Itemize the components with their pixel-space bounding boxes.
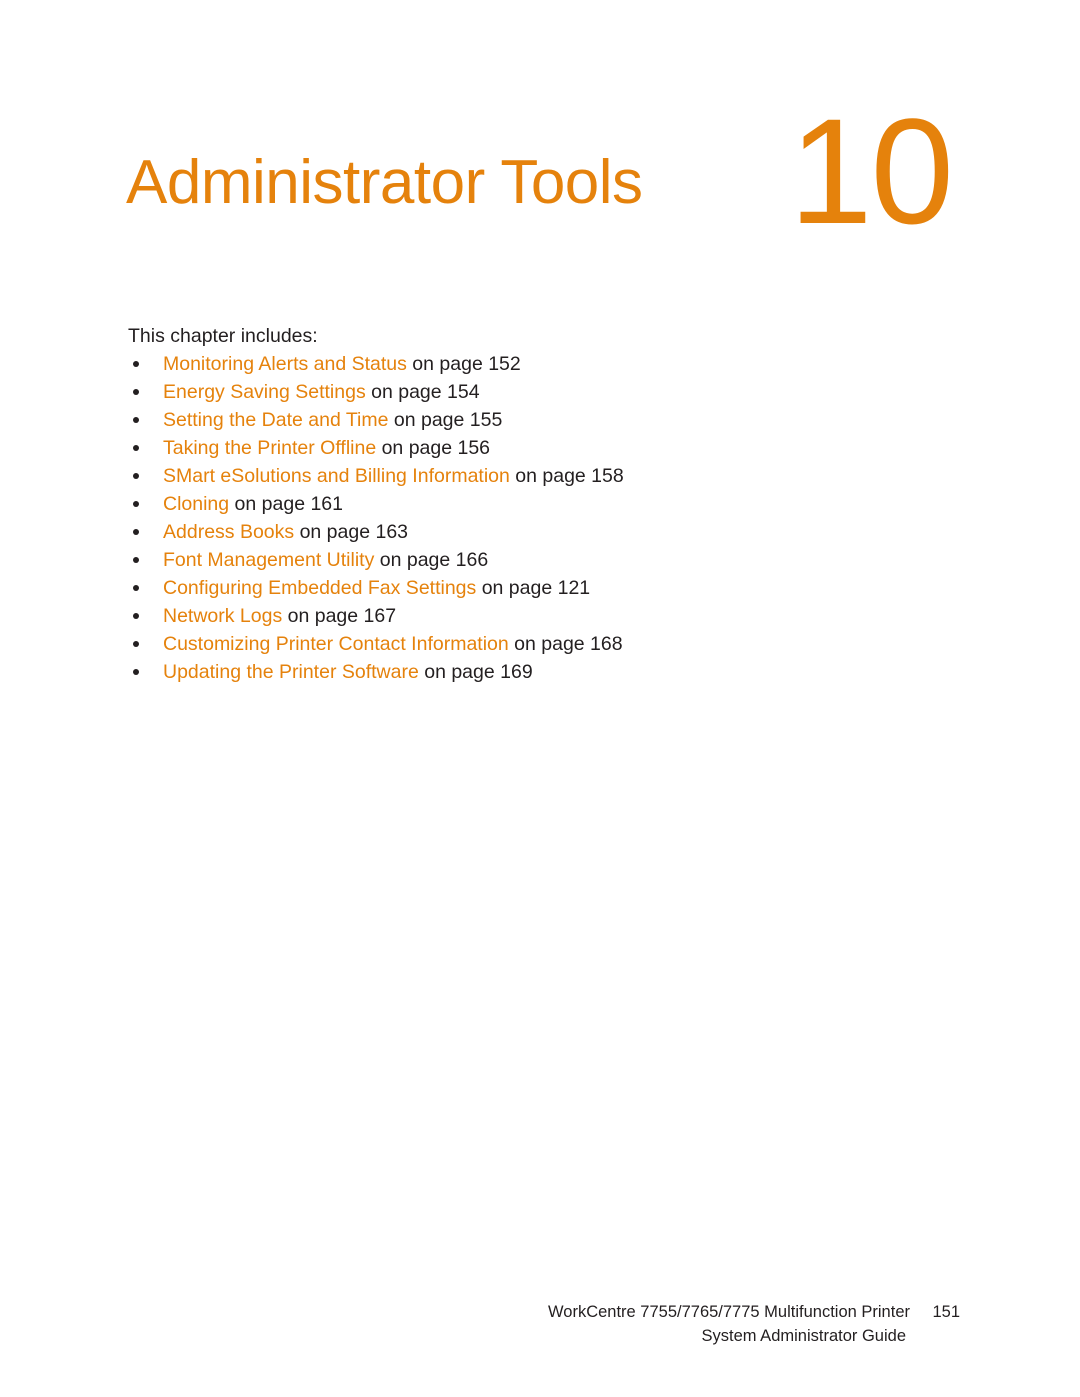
bullet-icon [133,490,140,518]
chapter-number: 10 [789,87,954,255]
chapter-toc-list: Monitoring Alerts and Status on page 152… [128,350,948,686]
list-item[interactable]: Cloning on page 161 [128,490,948,518]
list-item[interactable]: Network Logs on page 167 [128,602,948,630]
list-item[interactable]: Taking the Printer Offline on page 156 [128,434,948,462]
page-title: Administrator Tools [126,148,643,217]
toc-link[interactable]: Monitoring Alerts and Status [163,353,407,375]
toc-link[interactable]: Configuring Embedded Fax Settings [163,577,476,599]
toc-page-ref: on page 163 [294,521,409,543]
list-item[interactable]: SMart eSolutions and Billing Information… [128,462,948,490]
list-item[interactable]: Updating the Printer Software on page 16… [128,658,948,686]
toc-link[interactable]: Address Books [163,521,294,543]
bullet-icon [133,350,140,378]
chapter-header: Administrator Tools 10 [0,96,1080,256]
footer-product-name: WorkCentre 7755/7765/7775 Multifunction … [548,1303,910,1321]
footer-page-number: 151 [932,1303,960,1321]
toc-page-ref: on page 152 [406,353,521,375]
footer-line-guide: System Administrator Guide [66,1324,907,1348]
bullet-icon [133,518,140,546]
toc-link[interactable]: Taking the Printer Offline [163,437,376,459]
toc-link[interactable]: Energy Saving Settings [163,381,366,403]
list-item[interactable]: Font Management Utility on page 166 [128,546,948,574]
list-item[interactable]: Configuring Embedded Fax Settings on pag… [128,574,948,602]
bullet-icon [133,574,140,602]
footer-line-product: WorkCentre 7755/7765/7775 Multifunction … [120,1300,960,1324]
list-item[interactable]: Customizing Printer Contact Information … [128,630,948,658]
toc-page-ref: on page 156 [376,437,491,459]
toc-page-ref: on page 167 [282,605,397,627]
bullet-icon [133,462,140,490]
toc-page-ref: on page 166 [374,549,489,571]
toc-page-ref: on page 161 [229,493,343,515]
toc-page-ref: on page 155 [388,409,503,431]
toc-link[interactable]: Cloning [163,493,229,515]
bullet-icon [133,602,140,630]
list-item[interactable]: Address Books on page 163 [128,518,948,546]
chapter-includes-label: This chapter includes: [128,325,318,347]
toc-page-ref: on page 168 [508,633,623,655]
document-page: Administrator Tools 10 This chapter incl… [0,0,1080,1397]
list-item[interactable]: Energy Saving Settings on page 154 [128,378,948,406]
toc-link[interactable]: Font Management Utility [163,549,374,571]
bullet-icon [133,546,140,574]
chapter-contents: This chapter includes: Monitoring Alerts… [128,322,948,686]
toc-page-ref: on page 158 [509,465,624,487]
toc-page-ref: on page 121 [476,577,591,599]
bullet-icon [133,630,140,658]
footer-guide-name: System Administrator Guide [701,1327,907,1345]
toc-link[interactable]: Customizing Printer Contact Information [163,633,509,655]
bullet-icon [133,406,140,434]
toc-link[interactable]: SMart eSolutions and Billing Information [163,465,510,487]
bullet-icon [133,434,140,462]
list-item[interactable]: Setting the Date and Time on page 155 [128,406,948,434]
bullet-icon [133,658,140,686]
toc-page-ref: on page 169 [418,661,533,683]
bullet-icon [133,378,140,406]
toc-link[interactable]: Updating the Printer Software [163,661,419,683]
toc-link[interactable]: Setting the Date and Time [163,409,388,431]
toc-link[interactable]: Network Logs [163,605,282,627]
list-item[interactable]: Monitoring Alerts and Status on page 152 [128,350,948,378]
toc-page-ref: on page 154 [365,381,480,403]
